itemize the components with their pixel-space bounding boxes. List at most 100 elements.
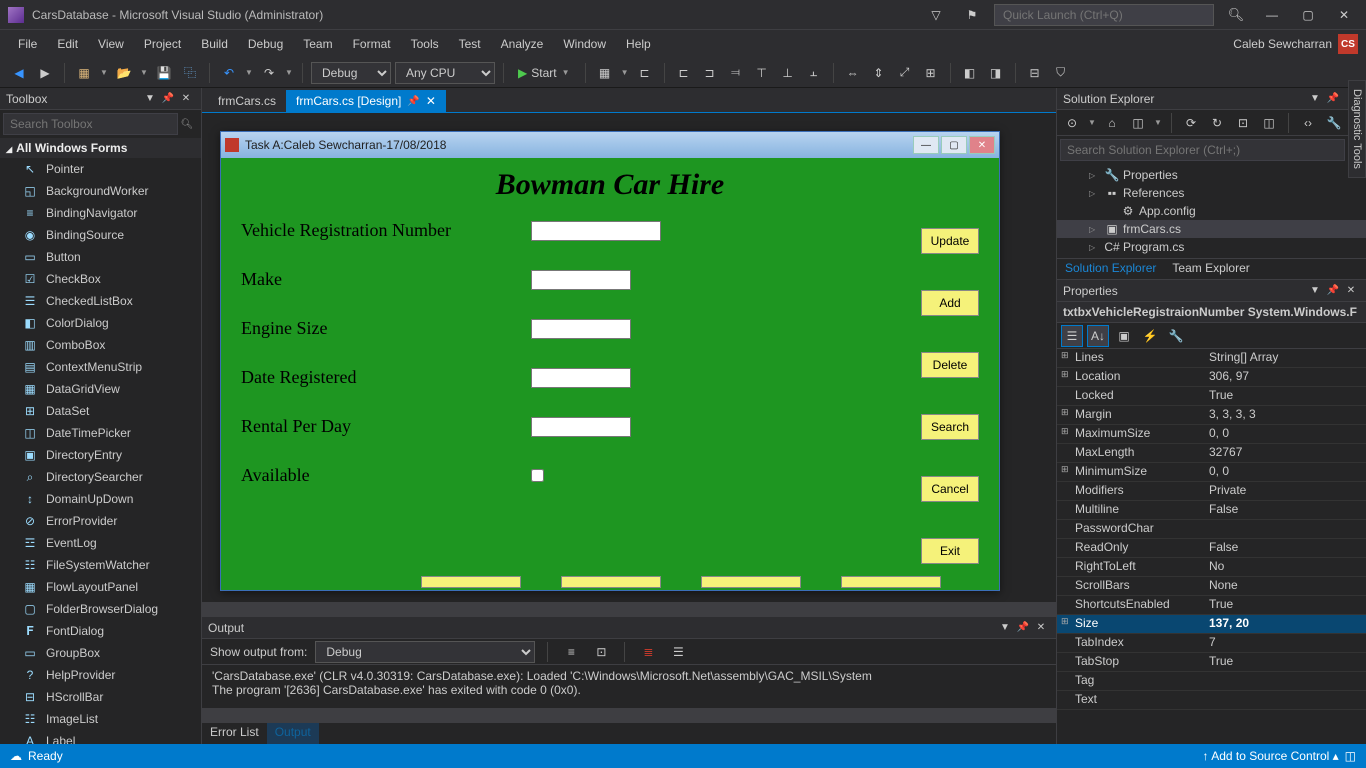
hspace-icon[interactable]: ⇔ [842,62,864,84]
property-value[interactable]: True [1205,596,1366,614]
tab-design[interactable]: frmCars.cs [Design] 📌 ✕ [286,90,446,112]
lock-icon[interactable]: ⛉ [1050,62,1072,84]
property-value[interactable]: 32767 [1205,444,1366,462]
property-row-maxlength[interactable]: MaxLength32767 [1057,444,1366,463]
pin-icon[interactable]: 📌 [407,96,419,107]
property-value[interactable]: No [1205,558,1366,576]
toolbox-item-groupbox[interactable]: ▭GroupBox [0,642,201,664]
property-row-passwordchar[interactable]: PasswordChar [1057,520,1366,539]
property-row-lines[interactable]: ⊞LinesString[] Array [1057,349,1366,368]
toolbox-item-colordialog[interactable]: ◧ColorDialog [0,312,201,334]
format-icon[interactable]: ▦ [594,62,616,84]
expand-icon[interactable]: ⊞ [1061,426,1069,437]
toolbox-item-hscrollbar[interactable]: ⊟HScrollBar [0,686,201,708]
tab-output[interactable]: Output [267,723,319,744]
close-icon[interactable]: ✕ [1032,619,1050,637]
solution-item-references[interactable]: ▷▪▪References [1057,184,1366,202]
toolbox-item-combobox[interactable]: ▥ComboBox [0,334,201,356]
input-rental[interactable] [531,417,631,437]
property-row-multiline[interactable]: MultilineFalse [1057,501,1366,520]
align-icon[interactable]: ⊏ [634,62,656,84]
dropdown-icon[interactable]: ▼ [141,90,159,108]
menu-analyze[interactable]: Analyze [491,33,554,55]
toolbox-item-flowlayoutpanel[interactable]: ▦FlowLayoutPanel [0,576,201,598]
toolbox-item-button[interactable]: ▭Button [0,246,201,268]
dropdown-icon[interactable]: ▼ [284,62,294,84]
solution-item-properties[interactable]: ▷🔧Properties [1057,166,1366,184]
order-icon[interactable]: ◧ [959,62,981,84]
toolbox-item-datetimepicker[interactable]: ◫DateTimePicker [0,422,201,444]
toolbox-item-label[interactable]: ALabel [0,730,201,744]
list-icon[interactable]: ☰ [667,641,689,663]
dropdown-icon[interactable]: ▼ [1153,112,1163,134]
property-value[interactable]: 0, 0 [1205,463,1366,481]
solution-search-input[interactable] [1060,139,1345,161]
expand-icon[interactable]: ▷ [1089,171,1101,180]
platform-combo[interactable]: Any CPU [395,62,495,84]
property-row-tabindex[interactable]: TabIndex7 [1057,634,1366,653]
notify-icon[interactable]: ◫ [1345,749,1356,763]
user-name-label[interactable]: Caleb Sewcharran [1233,37,1332,51]
toolbox-item-fontdialog[interactable]: 𝐅FontDialog [0,620,201,642]
open-file-icon[interactable]: 📂 [113,62,135,84]
expand-icon[interactable]: ⊞ [1061,464,1069,475]
designer-surface[interactable]: Task A:Caleb Sewcharran-17/08/2018 — ▢ ✕… [202,113,1056,602]
collapse-all-icon[interactable]: ◫ [1258,112,1280,134]
dropdown-icon[interactable]: ▼ [139,62,149,84]
home-icon[interactable]: ⌂ [1101,112,1123,134]
property-value[interactable]: String[] Array [1205,349,1366,367]
property-row-scrollbars[interactable]: ScrollBarsNone [1057,577,1366,596]
update-button[interactable]: Update [921,228,979,254]
cancel-button[interactable]: Cancel [921,476,979,502]
toolbox-item-checkedlistbox[interactable]: ☰CheckedListBox [0,290,201,312]
property-value[interactable]: False [1205,501,1366,519]
checkbox-available[interactable] [531,469,544,482]
alphabetical-icon[interactable]: A↓ [1087,325,1109,347]
input-make[interactable] [531,270,631,290]
toolbox-item-folderbrowserdialog[interactable]: ▢FolderBrowserDialog [0,598,201,620]
back-icon[interactable]: ◀ [8,62,30,84]
notification-icon[interactable]: ▽ [922,3,950,27]
home-icon[interactable]: ⊙ [1061,112,1083,134]
property-value[interactable]: 7 [1205,634,1366,652]
minimize-button[interactable]: — [1258,3,1286,27]
output-text[interactable]: 'CarsDatabase.exe' (CLR v4.0.30319: Cars… [202,665,1056,708]
code-icon[interactable]: ‹› [1297,112,1319,134]
tab-error-list[interactable]: Error List [202,723,267,744]
menu-format[interactable]: Format [343,33,401,55]
menu-team[interactable]: Team [293,33,342,55]
feedback-icon[interactable]: ⚑ [958,3,986,27]
align-right-icon[interactable]: ⫤ [725,62,747,84]
dropdown-icon[interactable]: ▼ [244,62,254,84]
solution-item-program-cs[interactable]: ▷C#Program.cs [1057,238,1366,256]
toolbox-item-dataset[interactable]: ⊞DataSet [0,400,201,422]
property-value[interactable]: 0, 0 [1205,425,1366,443]
property-value[interactable] [1205,691,1366,709]
toolbox-item-pointer[interactable]: ↖Pointer [0,158,201,180]
dropdown-icon[interactable]: ▼ [99,62,109,84]
redo-icon[interactable]: ↷ [258,62,280,84]
search-button[interactable]: Search [921,414,979,440]
property-value[interactable]: True [1205,387,1366,405]
wrench-icon[interactable]: 🔧 [1165,325,1187,347]
size-icon[interactable]: ⤢ [894,62,916,84]
align-middle-icon[interactable]: ⊥ [777,62,799,84]
property-value[interactable]: None [1205,577,1366,595]
quick-launch-input[interactable] [994,4,1214,26]
toolbox-group[interactable]: All Windows Forms [0,138,201,158]
close-button[interactable]: ✕ [1330,3,1358,27]
pin-icon[interactable]: 📌 [1324,90,1342,108]
toolbox-item-errorprovider[interactable]: ⊘ErrorProvider [0,510,201,532]
property-row-modifiers[interactable]: ModifiersPrivate [1057,482,1366,501]
align-center-icon[interactable]: ⊐ [699,62,721,84]
tab-team-explorer[interactable]: Team Explorer [1164,259,1257,279]
toolbox-item-directoryentry[interactable]: ▣DirectoryEntry [0,444,201,466]
tab-solution-explorer[interactable]: Solution Explorer [1057,259,1164,279]
property-row-readonly[interactable]: ReadOnlyFalse [1057,539,1366,558]
property-row-tag[interactable]: Tag [1057,672,1366,691]
dropdown-icon[interactable]: ▼ [1087,112,1097,134]
delete-button[interactable]: Delete [921,352,979,378]
toolbox-item-bindingnavigator[interactable]: ≡BindingNavigator [0,202,201,224]
expand-icon[interactable]: ⊞ [1061,350,1069,361]
expand-icon[interactable]: ⊞ [1061,407,1069,418]
